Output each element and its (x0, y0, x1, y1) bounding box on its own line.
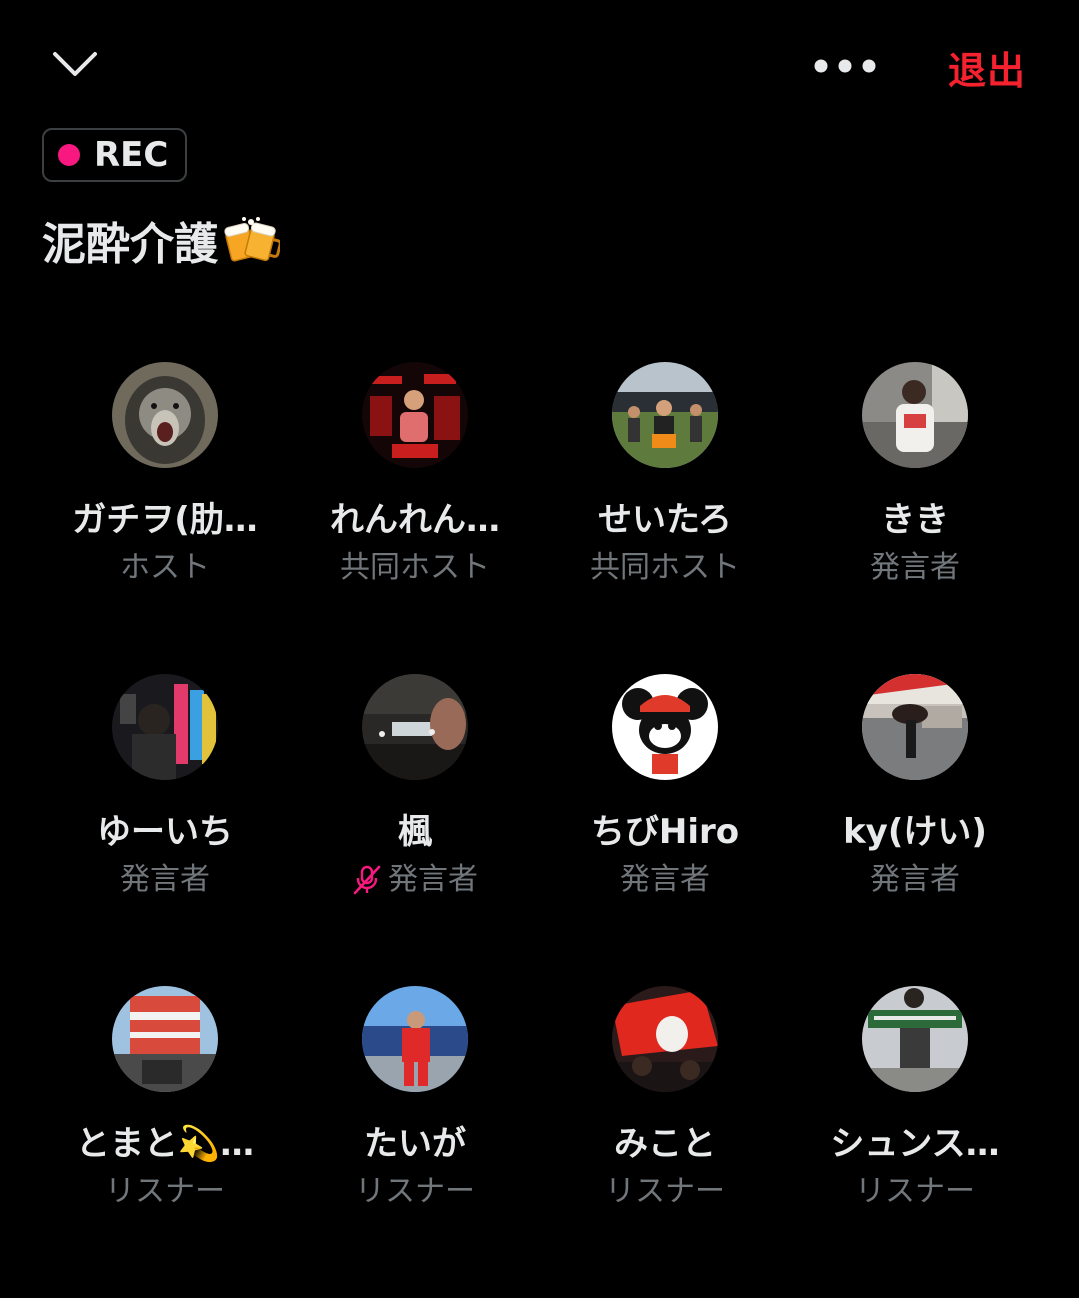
participant-role: 発言者 (620, 862, 710, 898)
participant-name: ky(けい) (843, 812, 987, 852)
more-horizontal-icon (814, 59, 876, 73)
participant-role: 発言者 (870, 550, 960, 586)
participant-role: 発言者 (352, 862, 478, 898)
participant-role: 共同ホスト (590, 550, 740, 586)
avatar (362, 362, 468, 468)
avatar (612, 674, 718, 780)
avatar (112, 362, 218, 468)
participant[interactable]: きき 発言者 (790, 362, 1040, 674)
avatar (362, 674, 468, 780)
recording-dot (58, 144, 80, 166)
avatar (612, 986, 718, 1092)
participant-name: ちびHiro (590, 812, 740, 852)
leave-button[interactable]: 退出 (948, 40, 1026, 95)
role-label: 発言者 (388, 862, 478, 897)
participant[interactable]: みこと リスナー (540, 986, 790, 1298)
participant-role: 発言者 (120, 862, 210, 898)
role-label: リスナー (855, 1174, 975, 1209)
participant-name: れんれん… (330, 500, 500, 540)
participant-name: たいが (364, 1124, 466, 1164)
role-label: リスナー (105, 1174, 225, 1209)
role-label: 発言者 (620, 862, 710, 897)
role-label: 発言者 (870, 550, 960, 585)
collapse-button[interactable] (48, 42, 102, 86)
participant-name: シュンス… (830, 1124, 1000, 1164)
role-label: リスナー (605, 1174, 725, 1209)
participant[interactable]: シュンス… リスナー (790, 986, 1040, 1298)
participant-role: 発言者 (870, 862, 960, 898)
participant-name: 楓 (398, 812, 432, 852)
participant[interactable]: ky(けい) 発言者 (790, 674, 1040, 986)
participant-role: リスナー (855, 1174, 975, 1210)
participant[interactable]: 楓 発言者 (290, 674, 540, 986)
avatar (862, 674, 968, 780)
participant-role: ホスト (120, 550, 210, 586)
participant-name: せいたろ (598, 500, 732, 540)
participant-name: とまと💫… (75, 1124, 255, 1164)
participant-name: みこと (614, 1124, 716, 1164)
participant[interactable]: せいたろ 共同ホスト (540, 362, 790, 674)
participant-name: ゆーいち (97, 812, 233, 852)
participant[interactable]: ガチヲ(肋… ホスト (40, 362, 290, 674)
participant[interactable]: たいが リスナー (290, 986, 540, 1298)
participant[interactable]: れんれん… 共同ホスト (290, 362, 540, 674)
participant-role: リスナー (355, 1174, 475, 1210)
role-label: 発言者 (870, 862, 960, 897)
avatar (112, 986, 218, 1092)
participant[interactable]: とまと💫… リスナー (40, 986, 290, 1298)
participant-role: リスナー (605, 1174, 725, 1210)
participant-role: リスナー (105, 1174, 225, 1210)
beer-mugs-icon (222, 215, 280, 265)
participants-grid: ガチヲ(肋… ホスト れんれん… 共同ホスト せいたろ 共同ホスト きき 発言者… (40, 362, 1040, 1298)
space-title: 泥酔介護 (42, 208, 280, 272)
participant[interactable]: ちびHiro 発言者 (540, 674, 790, 986)
avatar (112, 674, 218, 780)
role-label: 共同ホスト (590, 550, 740, 585)
participant-name: きき (881, 500, 949, 540)
role-label: 発言者 (120, 862, 210, 897)
chevron-down-icon (53, 52, 97, 76)
avatar (862, 986, 968, 1092)
role-label: ホスト (120, 550, 210, 585)
participant-role: 共同ホスト (340, 550, 490, 586)
avatar (862, 362, 968, 468)
rec-badge: REC (42, 128, 187, 182)
space-title-text: 泥酔介護 (42, 219, 218, 270)
role-label: 共同ホスト (340, 550, 490, 585)
avatar (612, 362, 718, 468)
more-button[interactable] (808, 50, 882, 82)
avatar (362, 986, 468, 1092)
participant-name: ガチヲ(肋… (72, 500, 258, 540)
rec-label: REC (94, 135, 169, 175)
role-label: リスナー (355, 1174, 475, 1209)
participant[interactable]: ゆーいち 発言者 (40, 674, 290, 986)
mic-off-icon (352, 864, 382, 896)
